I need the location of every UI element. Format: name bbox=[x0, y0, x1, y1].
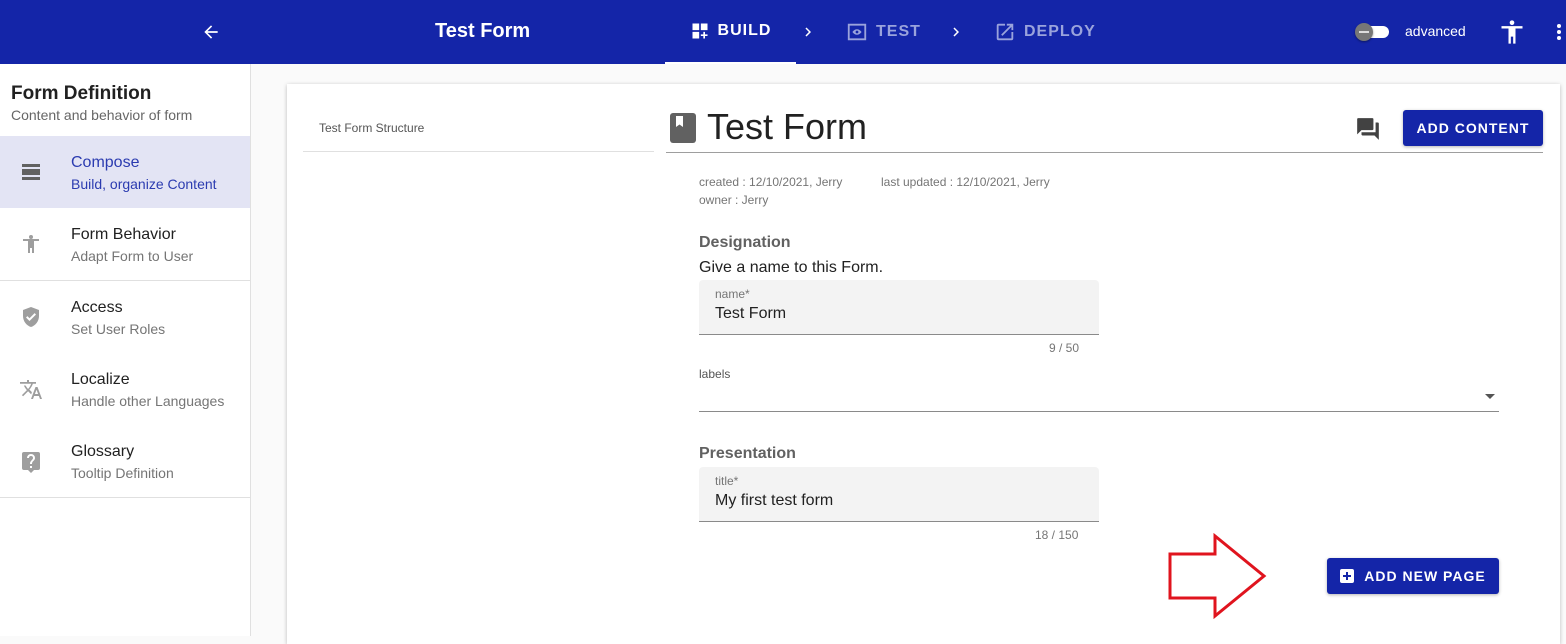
sidebar-item-sublabel: Tooltip Definition bbox=[71, 465, 174, 481]
sidebar-item-label: Localize bbox=[71, 371, 130, 388]
sidebar-item-sublabel: Handle other Languages bbox=[71, 393, 225, 409]
name-field-value: Test Form bbox=[715, 305, 787, 322]
eye-preview-icon bbox=[847, 23, 867, 41]
add-new-page-button[interactable]: ADD NEW PAGE bbox=[1327, 558, 1499, 594]
dashboard-add-icon bbox=[692, 23, 708, 39]
created-meta: created : 12/10/2021, Jerry bbox=[699, 175, 843, 189]
step-build-tab[interactable]: BUILD bbox=[665, 0, 796, 64]
sidebar-item-sublabel: Set User Roles bbox=[71, 321, 166, 337]
sidebar-item-label: Glossary bbox=[71, 443, 135, 460]
app-title: Test Form bbox=[435, 20, 531, 42]
top-app-bar: Test Form BUILD TEST DEPLOY advanced bbox=[0, 0, 1566, 64]
sidebar-item-form-behavior[interactable]: Form Behavior Adapt Form to User bbox=[0, 208, 250, 280]
back-arrow-icon[interactable] bbox=[196, 17, 226, 47]
help-box-icon bbox=[22, 452, 40, 473]
name-char-counter: 9 / 50 bbox=[1049, 341, 1080, 355]
sidebar-item-glossary[interactable]: Glossary Tooltip Definition bbox=[0, 425, 250, 497]
step-test-label: TEST bbox=[876, 23, 921, 40]
labels-select[interactable] bbox=[699, 384, 1499, 412]
shield-check-icon bbox=[23, 307, 39, 327]
advanced-toggle[interactable] bbox=[1355, 23, 1391, 41]
step-build-label: BUILD bbox=[717, 22, 772, 39]
step-deploy-label: DEPLOY bbox=[1024, 23, 1096, 40]
sidebar: Form Definition Content and behavior of … bbox=[0, 64, 251, 636]
chevron-right-icon bbox=[798, 22, 818, 42]
book-icon bbox=[670, 113, 696, 143]
presentation-heading: Presentation bbox=[699, 445, 796, 462]
add-content-button[interactable]: ADD CONTENT bbox=[1403, 110, 1543, 146]
title-field[interactable]: title* My first test form bbox=[699, 467, 1099, 522]
step-deploy-tab[interactable]: DEPLOY bbox=[994, 0, 1096, 64]
updated-meta: last updated : 12/10/2021, Jerry bbox=[881, 175, 1050, 189]
title-field-label: title* bbox=[715, 474, 739, 488]
chevron-right-icon bbox=[946, 22, 966, 42]
sidebar-item-access[interactable]: Access Set User Roles bbox=[0, 281, 250, 353]
add-new-page-label: ADD NEW PAGE bbox=[1364, 568, 1486, 584]
sidebar-item-sublabel: Adapt Form to User bbox=[71, 248, 194, 264]
name-field[interactable]: name* Test Form bbox=[699, 280, 1099, 335]
title-field-value: My first test form bbox=[715, 492, 834, 509]
step-test-tab[interactable]: TEST bbox=[846, 0, 921, 64]
sidebar-divider bbox=[0, 497, 250, 498]
open-in-new-icon bbox=[996, 23, 1014, 41]
designation-heading: Designation bbox=[699, 234, 791, 251]
title-char-counter: 18 / 150 bbox=[1035, 528, 1079, 542]
accessibility-icon[interactable] bbox=[1498, 18, 1526, 46]
owner-meta: owner : Jerry bbox=[699, 193, 769, 207]
sidebar-item-label: Access bbox=[71, 299, 123, 316]
sidebar-item-localize[interactable]: Localize Handle other Languages bbox=[0, 353, 250, 425]
translate-icon bbox=[20, 380, 42, 399]
name-field-label: name* bbox=[715, 287, 750, 301]
sidebar-subtitle: Content and behavior of form bbox=[11, 107, 193, 123]
dropdown-arrow-icon bbox=[1485, 394, 1495, 399]
structure-panel-title: Test Form Structure bbox=[319, 121, 425, 135]
accessibility-icon bbox=[23, 235, 39, 253]
form-editor-card: Test Form Structure Test Form ADD CONTEN… bbox=[287, 84, 1560, 644]
sidebar-item-compose[interactable]: Compose Build, organize Content bbox=[0, 136, 250, 208]
sidebar-item-label: Form Behavior bbox=[71, 226, 176, 243]
sidebar-title: Form Definition bbox=[11, 83, 152, 104]
more-vert-icon[interactable] bbox=[1550, 18, 1566, 46]
sidebar-item-sublabel: Build, organize Content bbox=[71, 176, 217, 192]
title-underline bbox=[666, 152, 1543, 153]
view-agenda-icon bbox=[22, 164, 40, 180]
sidebar-item-label: Compose bbox=[71, 154, 140, 171]
annotation-arrow-icon bbox=[1168, 533, 1267, 619]
labels-select-label: labels bbox=[699, 367, 731, 381]
comments-icon[interactable] bbox=[1355, 116, 1381, 142]
advanced-label: advanced bbox=[1405, 23, 1466, 39]
add-box-icon bbox=[1340, 569, 1355, 583]
add-content-label: ADD CONTENT bbox=[1416, 120, 1530, 136]
designation-help: Give a name to this Form. bbox=[699, 259, 884, 276]
structure-divider bbox=[303, 151, 654, 152]
form-title: Test Form bbox=[707, 106, 868, 147]
